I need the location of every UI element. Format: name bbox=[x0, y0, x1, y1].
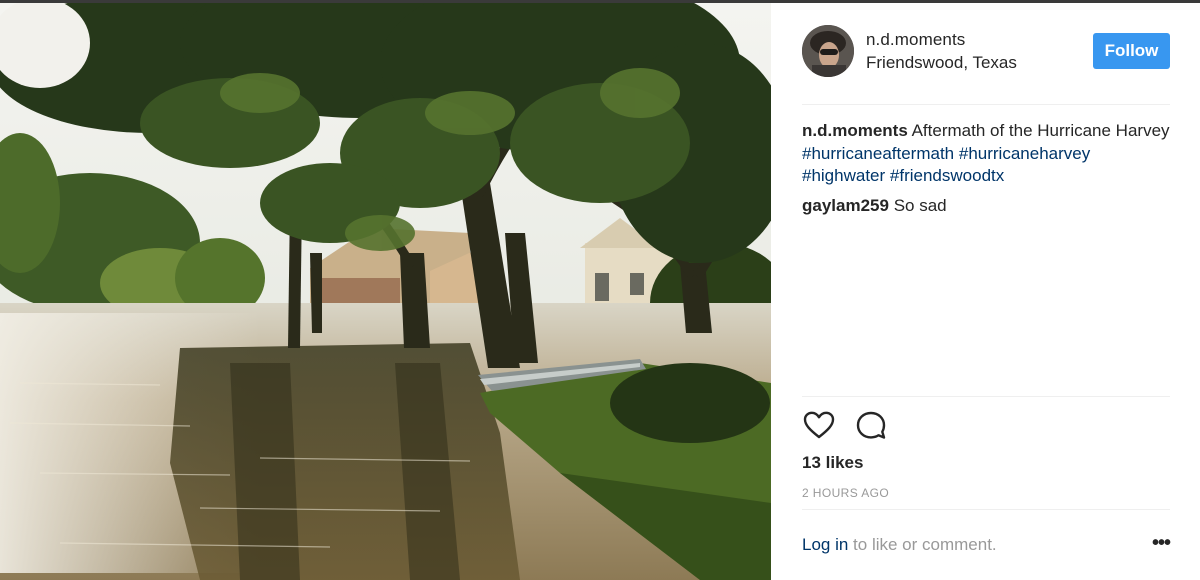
log-in-link[interactable]: Log in bbox=[802, 535, 848, 554]
heart-icon[interactable] bbox=[802, 409, 836, 443]
hashtag-list: #hurricaneaftermath #hurricaneharvey #hi… bbox=[802, 144, 1090, 186]
list-item: gaylam259 So sad bbox=[802, 195, 1170, 218]
avatar[interactable] bbox=[802, 25, 854, 77]
post-photo[interactable] bbox=[0, 3, 771, 580]
post-header: n.d.moments Friendswood, Texas Follow bbox=[802, 23, 1170, 105]
hashtag-link[interactable]: #friendswoodtx bbox=[890, 166, 1004, 185]
more-options-button[interactable]: ••• bbox=[1152, 533, 1171, 553]
divider bbox=[802, 509, 1170, 510]
comments-list: n.d.moments Aftermath of the Hurricane H… bbox=[802, 120, 1170, 224]
user-block: n.d.moments Friendswood, Texas bbox=[866, 30, 1017, 73]
flooded-street-image bbox=[0, 3, 771, 580]
hashtag-link[interactable]: #hurricaneaftermath bbox=[802, 144, 954, 163]
hashtag-link[interactable]: #highwater bbox=[802, 166, 885, 185]
post-side-panel: n.d.moments Friendswood, Texas Follow n.… bbox=[771, 3, 1200, 580]
post-location[interactable]: Friendswood, Texas bbox=[866, 53, 1017, 73]
avatar-image bbox=[802, 25, 854, 77]
post-timestamp[interactable]: 2 HOURS AGO bbox=[802, 486, 889, 500]
hashtag-link[interactable]: #hurricaneharvey bbox=[959, 144, 1090, 163]
post-username[interactable]: n.d.moments bbox=[866, 30, 1017, 50]
divider bbox=[802, 396, 1170, 397]
comment-text: So sad bbox=[893, 195, 947, 215]
follow-button[interactable]: Follow bbox=[1093, 33, 1170, 69]
caption-text: Aftermath of the Hurricane Harvey bbox=[911, 121, 1170, 140]
like-count[interactable]: 13 likes bbox=[802, 453, 863, 473]
action-bar bbox=[802, 409, 902, 443]
comment-username[interactable]: gaylam259 bbox=[802, 196, 889, 215]
caption: n.d.moments Aftermath of the Hurricane H… bbox=[802, 120, 1170, 188]
login-prompt: Log in to like or comment. ••• bbox=[802, 533, 1171, 555]
caption-username[interactable]: n.d.moments bbox=[802, 121, 908, 140]
speech-bubble-icon[interactable] bbox=[854, 409, 888, 443]
login-prompt-text: to like or comment. bbox=[848, 535, 997, 554]
